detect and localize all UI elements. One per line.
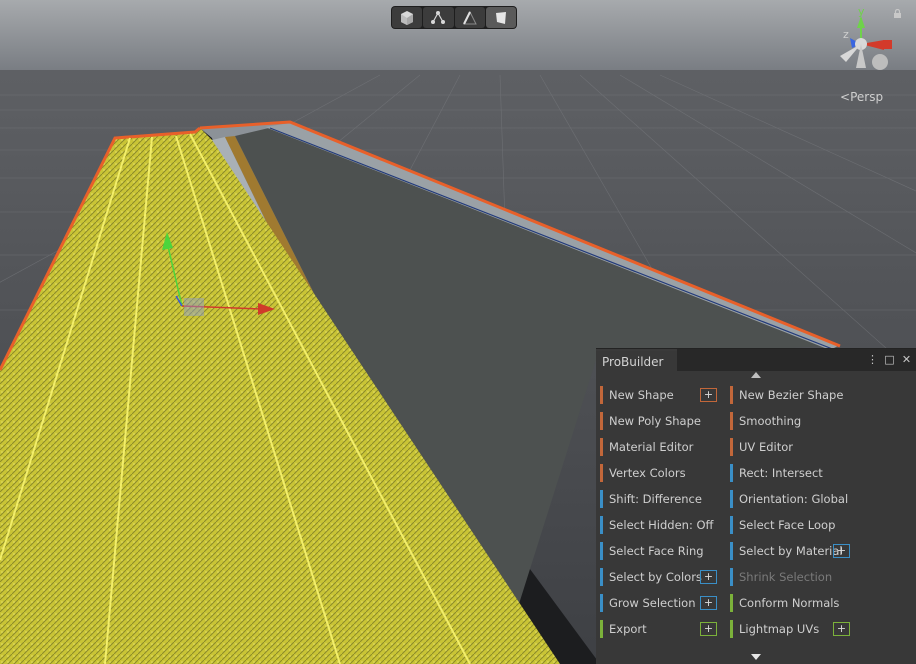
menu-item-select-hidden-off[interactable]: Select Hidden: Off	[600, 515, 713, 535]
menu-item-uv-editor[interactable]: UV Editor	[730, 437, 793, 457]
gizmo-z-label: z	[843, 28, 849, 41]
menu-item-select-face-loop[interactable]: Select Face Loop	[730, 515, 835, 535]
menu-item-label: New Bezier Shape	[739, 388, 844, 402]
category-color-bar	[730, 594, 733, 612]
category-color-bar	[600, 412, 603, 430]
selection-mode-toolbar	[391, 6, 517, 29]
probuilder-titlebar: ProBuilder ⋮ □ ✕	[596, 349, 916, 371]
lock-icon[interactable]	[893, 9, 902, 18]
grow-selection-options-button[interactable]: +	[700, 596, 717, 610]
menu-item-label: Grow Selection	[609, 596, 696, 610]
category-color-bar	[600, 386, 603, 404]
category-color-bar	[730, 490, 733, 508]
projection-label: Persp	[850, 90, 884, 104]
menu-item-vertex-colors[interactable]: Vertex Colors	[600, 463, 686, 483]
menu-item-label: Select by Material	[739, 544, 843, 558]
scene-orientation-gizmo[interactable]: y z	[828, 4, 898, 76]
scroll-down-icon[interactable]	[751, 654, 761, 660]
menu-item-label: Shift: Difference	[609, 492, 702, 506]
lightmap-uvs-options-button[interactable]: +	[833, 622, 850, 636]
menu-item-label: Select Face Ring	[609, 544, 704, 558]
menu-item-label: New Shape	[609, 388, 674, 402]
face-mode-button[interactable]	[485, 7, 516, 28]
menu-item-label: New Poly Shape	[609, 414, 701, 428]
menu-item-orientation-global[interactable]: Orientation: Global	[730, 489, 848, 509]
select-by-material-options-button[interactable]: +	[833, 544, 850, 558]
menu-item-label: Vertex Colors	[609, 466, 686, 480]
menu-item-label: Conform Normals	[739, 596, 840, 610]
menu-item-lightmap-uvs[interactable]: Lightmap UVs	[730, 619, 819, 639]
menu-item-label: Smoothing	[739, 414, 802, 428]
category-color-bar	[730, 542, 733, 560]
new-shape-options-button[interactable]: +	[700, 388, 717, 402]
menu-item-label: Select by Colors	[609, 570, 702, 584]
category-color-bar	[730, 464, 733, 482]
object-mode-button[interactable]	[392, 7, 423, 28]
menu-item-rect-intersect[interactable]: Rect: Intersect	[730, 463, 823, 483]
menu-item-select-face-ring[interactable]: Select Face Ring	[600, 541, 704, 561]
probuilder-tab[interactable]: ProBuilder	[596, 349, 678, 371]
category-color-bar	[730, 568, 733, 586]
edge-icon	[462, 10, 477, 24]
menu-item-label: Lightmap UVs	[739, 622, 820, 636]
category-color-bar	[600, 516, 603, 534]
menu-item-shrink-selection: Shrink Selection	[730, 567, 832, 587]
vertex-icon	[431, 10, 446, 24]
gizmo-y-label: y	[858, 5, 865, 18]
persp-arrow-icon: <	[840, 90, 851, 104]
menu-item-label: Select Hidden: Off	[609, 518, 714, 532]
menu-item-label: UV Editor	[739, 440, 793, 454]
category-color-bar	[600, 464, 603, 482]
maximize-icon[interactable]: □	[884, 352, 895, 366]
menu-item-label: Select Face Loop	[739, 518, 836, 532]
category-color-bar	[600, 438, 603, 456]
more-options-icon[interactable]: ⋮	[867, 352, 878, 366]
menu-item-label: Export	[609, 622, 647, 636]
menu-item-smoothing[interactable]: Smoothing	[730, 411, 801, 431]
menu-item-material-editor[interactable]: Material Editor	[600, 437, 693, 457]
menu-item-shift-difference[interactable]: Shift: Difference	[600, 489, 702, 509]
category-color-bar	[730, 438, 733, 456]
menu-item-select-by-colors[interactable]: Select by Colors	[600, 567, 702, 587]
category-color-bar	[730, 386, 733, 404]
category-color-bar	[600, 490, 603, 508]
category-color-bar	[730, 516, 733, 534]
menu-item-label: Rect: Intersect	[739, 466, 823, 480]
export-options-button[interactable]: +	[700, 622, 717, 636]
menu-item-export[interactable]: Export	[600, 619, 647, 639]
close-icon[interactable]: ✕	[901, 352, 912, 366]
menu-item-new-poly-shape[interactable]: New Poly Shape	[600, 411, 701, 431]
menu-item-conform-normals[interactable]: Conform Normals	[730, 593, 839, 613]
category-color-bar	[600, 620, 603, 638]
menu-item-new-bezier-shape[interactable]: New Bezier Shape	[730, 385, 843, 405]
category-color-bar	[600, 542, 603, 560]
category-color-bar	[730, 412, 733, 430]
edge-mode-button[interactable]	[454, 7, 485, 28]
menu-item-select-by-material[interactable]: Select by Material	[730, 541, 843, 561]
menu-item-grow-selection[interactable]: Grow Selection	[600, 593, 695, 613]
vertex-mode-button[interactable]	[423, 7, 454, 28]
probuilder-window: ProBuilder ⋮ □ ✕ New Shape + New Poly Shap…	[596, 348, 916, 664]
category-color-bar	[600, 568, 603, 586]
scroll-up-icon[interactable]	[751, 372, 761, 378]
menu-item-new-shape[interactable]: New Shape	[600, 385, 674, 405]
menu-item-label: Material Editor	[609, 440, 694, 454]
category-color-bar	[730, 620, 733, 638]
select-by-colors-options-button[interactable]: +	[700, 570, 717, 584]
menu-item-label: Shrink Selection	[739, 570, 833, 584]
projection-toggle[interactable]: <Persp	[840, 90, 883, 104]
category-color-bar	[600, 594, 603, 612]
menu-item-label: Orientation: Global	[739, 492, 849, 506]
face-icon	[495, 11, 506, 24]
cube-icon	[401, 10, 414, 25]
